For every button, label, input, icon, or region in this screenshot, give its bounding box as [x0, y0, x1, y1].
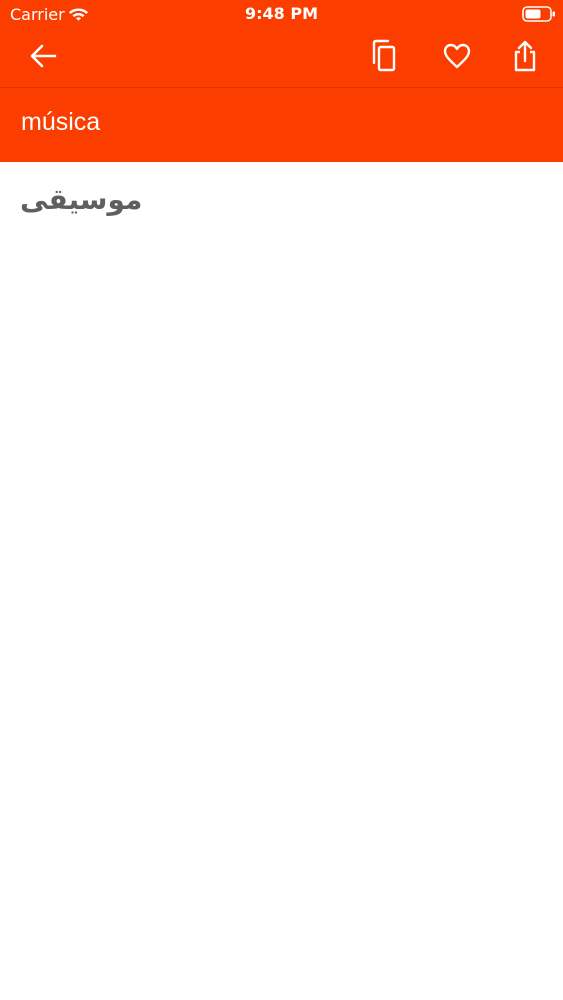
copy-button[interactable] [365, 39, 401, 77]
share-icon [511, 39, 539, 77]
back-button[interactable] [25, 40, 61, 76]
share-button[interactable] [507, 40, 543, 76]
heart-icon [442, 42, 472, 74]
word-title: música [21, 108, 101, 136]
app-header: Carrier 9:48 PM música [0, 0, 563, 162]
arrow-left-icon [28, 43, 58, 73]
battery-icon [522, 6, 556, 22]
copy-icon [368, 39, 398, 77]
status-bar: Carrier 9:48 PM [0, 0, 563, 30]
status-time: 9:48 PM [244, 4, 318, 23]
favorite-button[interactable] [439, 40, 475, 76]
toolbar [0, 30, 563, 86]
translation-text: موسیقی [20, 183, 143, 216]
header-divider [0, 87, 563, 88]
